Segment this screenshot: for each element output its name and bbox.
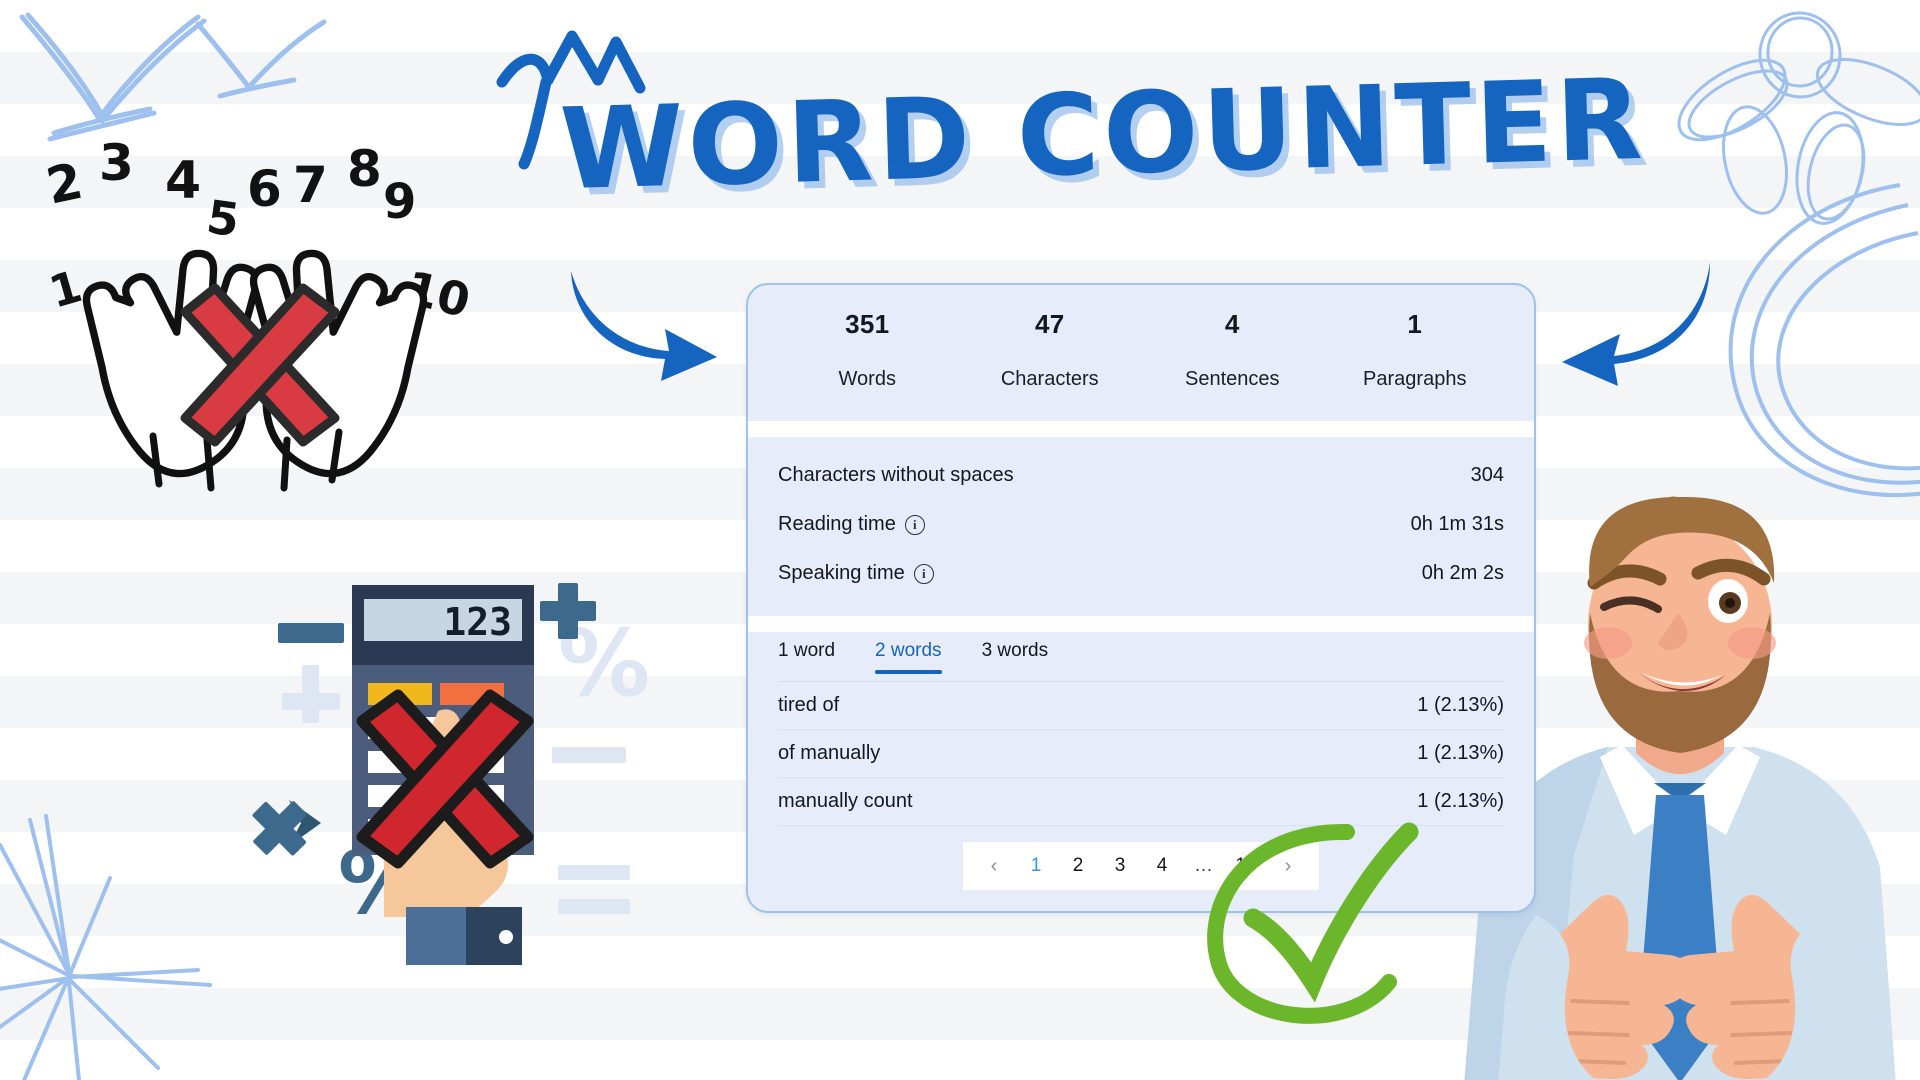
details-section: Characters without spaces 304 Reading ti… [748,437,1534,616]
pagination-page-2[interactable]: 2 [1059,849,1097,883]
detail-value: 0h 1m 31s [1410,513,1504,535]
frequency-phrase: manually count [778,790,913,812]
section-divider [748,616,1534,632]
stat-sentences: 4 Sentences [1141,309,1324,391]
stat-characters-label: Characters [1000,368,1099,390]
frequency-row: manually count 1 (2.13%) [778,778,1504,826]
pagination-page-1[interactable]: 1 [1017,849,1055,883]
frequency-phrase: tired of [778,694,840,716]
pagination-page-16[interactable]: 16 [1227,849,1265,883]
pagination-next[interactable]: › [1269,849,1307,883]
stat-paragraphs-value: 1 [1407,309,1423,339]
stat-characters: 47 Characters [959,309,1142,391]
word-counter-card: 351 Words 47 Characters 4 Sentences 1 Pa… [746,283,1536,913]
stat-characters-value: 47 [1034,309,1065,339]
tab-1-word[interactable]: 1 word [778,640,835,672]
stat-words-value: 351 [845,309,890,339]
pagination: ‹ 1 2 3 4 … 16 › [963,842,1319,890]
detail-row-characters-no-spaces: Characters without spaces 304 [778,451,1504,500]
pagination-ellipsis: … [1194,855,1214,876]
pagination-prev[interactable]: ‹ [975,849,1013,883]
detail-label: Reading time [778,513,896,535]
detail-row-speaking-time: Speaking time i 0h 2m 2s [778,549,1504,598]
stats-summary-row: 351 Words 47 Characters 4 Sentences 1 Pa… [748,285,1534,421]
tab-2-words[interactable]: 2 words [875,640,942,674]
detail-value: 0h 2m 2s [1421,562,1504,584]
detail-label: Characters without spaces [778,464,1014,486]
stat-paragraphs-label: Paragraphs [1363,368,1467,390]
stat-sentences-value: 4 [1224,309,1240,339]
frequency-count: 1 (2.13%) [1417,742,1504,764]
frequency-row: tired of 1 (2.13%) [778,682,1504,730]
info-icon[interactable]: i [913,563,934,584]
detail-label: Speaking time [778,562,905,584]
stat-sentences-label: Sentences [1184,368,1280,390]
frequency-count: 1 (2.13%) [1417,790,1504,812]
frequency-section: 1 word 2 words 3 words tired of 1 (2.13%… [748,632,1534,890]
detail-value: 304 [1470,464,1504,486]
frequency-phrase: of manually [778,742,881,764]
stat-paragraphs: 1 Paragraphs [1324,309,1507,391]
pagination-wrapper: ‹ 1 2 3 4 … 16 › [778,842,1504,890]
stat-words-label: Words [838,368,896,390]
frequency-tabs: 1 word 2 words 3 words [778,640,1504,682]
frequency-row: of manually 1 (2.13%) [778,730,1504,778]
frequency-count: 1 (2.13%) [1417,694,1504,716]
pagination-page-3[interactable]: 3 [1101,849,1139,883]
info-icon[interactable]: i [904,514,925,535]
section-divider [748,421,1534,437]
detail-row-reading-time: Reading time i 0h 1m 31s [778,500,1504,549]
pagination-page-4[interactable]: 4 [1143,849,1181,883]
tab-3-words[interactable]: 3 words [982,640,1049,672]
stat-words: 351 Words [776,309,959,391]
